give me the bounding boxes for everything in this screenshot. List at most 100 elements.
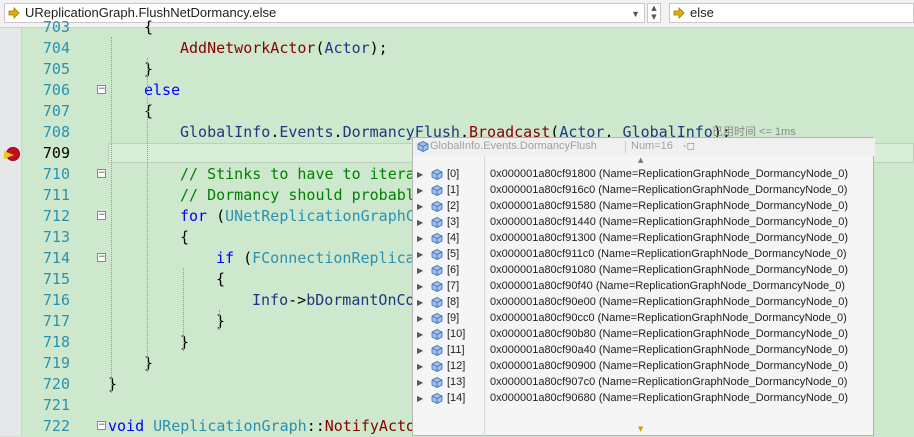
expand-icon[interactable]: ▶: [417, 346, 423, 355]
line-number: 717: [42, 312, 70, 330]
datatip-row[interactable]: ▶ [1] 0x000001a80cf916c0 (Name=Replication…: [413, 183, 873, 199]
code-text: AddNetworkActor(Actor);: [180, 38, 388, 59]
line-number: 711: [42, 186, 70, 204]
code-token: void: [108, 417, 145, 435]
datatip-row[interactable]: ▶ [9] 0x000001a80cf90cc0 (Name=Replication…: [413, 311, 873, 327]
code-line[interactable]: 707 {: [22, 101, 914, 122]
item-value[interactable]: 0x000001a80cf91800 (Name=ReplicationGrap…: [490, 168, 848, 180]
item-value[interactable]: 0x000001a80cf91080 (Name=ReplicationGrap…: [490, 264, 848, 276]
line-number: 714: [42, 249, 70, 267]
collapse-icon[interactable]: −: [97, 85, 106, 94]
code-token: (: [207, 207, 226, 225]
collapse-icon[interactable]: −: [97, 253, 106, 262]
code-line[interactable]: 703 {: [22, 17, 914, 38]
expand-icon[interactable]: ▶: [417, 394, 423, 403]
code-text: {: [216, 269, 225, 290]
code-token: }: [144, 60, 154, 78]
line-number: 716: [42, 291, 70, 309]
item-value[interactable]: 0x000001a80cf91300 (Name=ReplicationGrap…: [490, 232, 848, 244]
code-text: {: [180, 227, 189, 248]
expand-icon[interactable]: ▶: [417, 330, 423, 339]
watch-object-icon: [431, 265, 443, 276]
datatip-row[interactable]: ▶ [8] 0x000001a80cf90e00 (Name=Replication…: [413, 295, 873, 311]
expand-icon[interactable]: ▶: [417, 314, 423, 323]
datatip-row[interactable]: ▶ [10] 0x000001a80cf90b80 (Name=Replicatio…: [413, 327, 873, 343]
code-text: }: [180, 332, 189, 353]
datatip-row[interactable]: ▶ [14] 0x000001a80cf90680 (Name=Replicatio…: [413, 391, 873, 407]
datatip-row[interactable]: ▶ [12] 0x000001a80cf90900 (Name=Replicatio…: [413, 359, 873, 375]
item-value[interactable]: 0x000001a80cf90f40 (Name=ReplicationGrap…: [490, 280, 845, 292]
code-token: ->: [288, 291, 307, 309]
item-value[interactable]: 0x000001a80cf90900 (Name=ReplicationGrap…: [490, 360, 848, 372]
code-token: GlobalInfo: [180, 123, 271, 141]
line-number: 707: [42, 102, 70, 120]
datatip-header: GlobalInfo.Events.DormancyFlush Num=16 -…: [413, 138, 875, 156]
item-value[interactable]: 0x000001a80cf90b80 (Name=ReplicationGrap…: [490, 328, 848, 340]
expand-icon[interactable]: ▶: [417, 282, 423, 291]
datatip-row[interactable]: ▶ [2] 0x000001a80cf91580 (Name=Replication…: [413, 199, 873, 215]
expand-icon[interactable]: ▶: [417, 218, 423, 227]
code-token: NotifyActo: [324, 417, 416, 435]
datatip-title[interactable]: GlobalInfo.Events.DormancyFlush: [430, 140, 597, 152]
pin-icon[interactable]: -◻: [683, 141, 695, 152]
expand-icon[interactable]: ▶: [417, 186, 423, 195]
item-value[interactable]: 0x000001a80cf90680 (Name=ReplicationGrap…: [490, 392, 848, 404]
line-number: 704: [42, 39, 70, 57]
collapse-icon[interactable]: −: [97, 211, 106, 220]
datatip-row[interactable]: ▶ [6] 0x000001a80cf91080 (Name=Replication…: [413, 263, 873, 279]
datatip-row[interactable]: ▶ [5] 0x000001a80cf911c0 (Name=Replication…: [413, 247, 873, 263]
datatip-row[interactable]: ▶ [3] 0x000001a80cf91440 (Name=Replication…: [413, 215, 873, 231]
scroll-up-icon[interactable]: ▲: [638, 156, 643, 164]
collapse-icon[interactable]: −: [97, 421, 106, 430]
item-index: [6]: [447, 264, 460, 276]
code-text: Info->bDormantOnCo: [252, 290, 415, 311]
glyph-margin[interactable]: [0, 28, 22, 436]
code-token: Actor: [324, 39, 370, 57]
code-token: {: [144, 102, 154, 120]
watch-object-icon: [431, 377, 443, 388]
datatip-row[interactable]: ▶ [4] 0x000001a80cf91300 (Name=Replication…: [413, 231, 873, 247]
item-index: [1]: [447, 184, 460, 196]
scroll-down-icon[interactable]: ▼: [638, 425, 643, 433]
item-value[interactable]: 0x000001a80cf90a40 (Name=ReplicationGrap…: [490, 344, 848, 356]
datatip-row[interactable]: ▶ [0] 0x000001a80cf91800 (Name=Replication…: [413, 167, 873, 183]
next-statement-arrow-icon[interactable]: [4, 151, 14, 159]
expand-icon[interactable]: ▶: [417, 250, 423, 259]
expand-icon[interactable]: ▶: [417, 298, 423, 307]
code-text: for (UNetReplicationGraphC: [180, 206, 415, 227]
item-value[interactable]: 0x000001a80cf90cc0 (Name=ReplicationGrap…: [490, 312, 847, 324]
expand-icon[interactable]: ▶: [417, 202, 423, 211]
collapse-icon[interactable]: −: [97, 169, 106, 178]
item-value[interactable]: 0x000001a80cf90e00 (Name=ReplicationGrap…: [490, 296, 848, 308]
datatip-popup[interactable]: GlobalInfo.Events.DormancyFlush Num=16 -…: [412, 137, 875, 437]
line-number: 715: [42, 270, 70, 288]
item-value[interactable]: 0x000001a80cf91440 (Name=ReplicationGrap…: [490, 216, 848, 228]
datatip-row[interactable]: ▶ [7] 0x000001a80cf90f40 (Name=Replication…: [413, 279, 873, 295]
watch-object-icon: [431, 345, 443, 356]
code-line[interactable]: 704 AddNetworkActor(Actor);: [22, 38, 914, 59]
indent-guide: [147, 58, 148, 372]
item-index: [8]: [447, 296, 460, 308]
datatip-row[interactable]: ▶ [11] 0x000001a80cf90a40 (Name=Replicatio…: [413, 343, 873, 359]
code-text: // Dormancy should probabl: [180, 185, 415, 206]
item-index: [12]: [447, 360, 466, 372]
datatip-row[interactable]: ▶ [13] 0x000001a80cf907c0 (Name=Replicatio…: [413, 375, 873, 391]
item-value[interactable]: 0x000001a80cf91580 (Name=ReplicationGrap…: [490, 200, 848, 212]
expand-icon[interactable]: ▶: [417, 362, 423, 371]
code-token: }: [216, 312, 226, 330]
expand-icon[interactable]: ▶: [417, 266, 423, 275]
code-token: for: [180, 207, 208, 225]
item-value[interactable]: 0x000001a80cf916c0 (Name=ReplicationGrap…: [490, 184, 847, 196]
code-line[interactable]: 705}: [22, 59, 914, 80]
code-line[interactable]: 706 − else: [22, 80, 914, 101]
expand-icon[interactable]: ▶: [417, 234, 423, 243]
expand-icon[interactable]: ▶: [417, 170, 423, 179]
code-text: }: [108, 374, 117, 395]
arrow-right-icon: [8, 7, 20, 19]
item-value[interactable]: 0x000001a80cf911c0 (Name=ReplicationGrap…: [490, 248, 847, 260]
watch-object-icon: [431, 297, 443, 308]
item-value[interactable]: 0x000001a80cf907c0 (Name=ReplicationGrap…: [490, 376, 847, 388]
line-number: 712: [42, 207, 70, 225]
expand-icon[interactable]: ▶: [417, 378, 423, 387]
line-number: 719: [42, 354, 70, 372]
